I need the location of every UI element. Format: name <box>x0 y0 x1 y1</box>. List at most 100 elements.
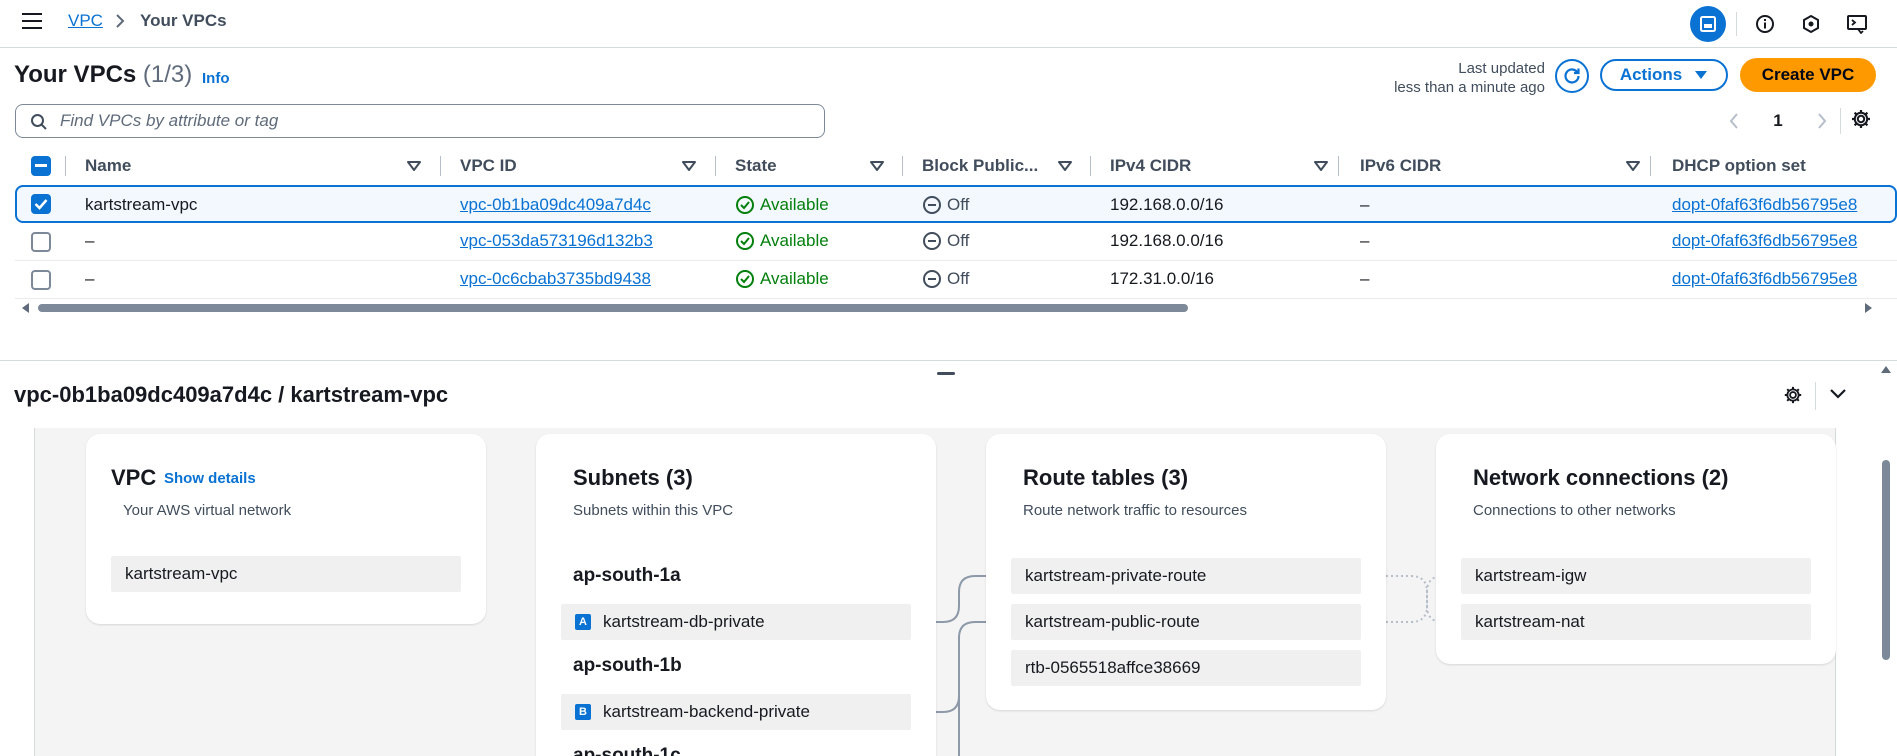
dhcp-option-link[interactable]: dopt-0faf63f6db56795e8 <box>1672 261 1857 297</box>
vpc-name: – <box>85 231 95 250</box>
status-off-icon <box>923 270 941 288</box>
search-input[interactable] <box>60 108 810 134</box>
chevron-right-icon[interactable] <box>1816 111 1828 131</box>
chevron-down-icon[interactable] <box>1829 388 1847 400</box>
actions-label: Actions <box>1619 65 1683 84</box>
vpc-id-link[interactable]: vpc-0b1ba09dc409a7d4c <box>460 187 651 223</box>
ipv4-cidr: 192.168.0.0/16 <box>1110 195 1224 214</box>
caret-down-icon <box>1695 71 1708 79</box>
vpc-name: kartstream-vpc <box>85 195 198 214</box>
ipv4-cidr: 192.168.0.0/16 <box>1110 231 1224 250</box>
cloudshell-icon[interactable] <box>1839 6 1875 42</box>
caret-down-icon[interactable] <box>1626 160 1640 172</box>
horizontal-scrollbar[interactable] <box>22 301 1882 313</box>
resource-map: VPC Show details Your AWS virtual networ… <box>34 428 1836 756</box>
vpc-name: – <box>85 269 95 288</box>
info-link[interactable]: Info <box>202 70 230 87</box>
network-connections-card: Network connections (2) Connections to o… <box>1436 434 1836 664</box>
column-header-ipv4[interactable]: IPv4 CIDR <box>1110 150 1191 182</box>
scrollbar-thumb[interactable] <box>1882 460 1890 660</box>
column-header-name[interactable]: Name <box>85 150 131 182</box>
column-divider <box>440 156 441 176</box>
row-checkbox[interactable] <box>31 270 51 290</box>
column-divider <box>1090 156 1091 176</box>
column-header-ipv6[interactable]: IPv6 CIDR <box>1360 150 1441 182</box>
subnet-item[interactable]: B kartstream-backend-private <box>561 694 911 730</box>
scrollbar-thumb[interactable] <box>38 304 1188 312</box>
column-header-state[interactable]: State <box>735 150 777 182</box>
page-number[interactable]: 1 <box>1773 111 1782 131</box>
status-off-icon <box>923 196 941 214</box>
row-checkbox[interactable] <box>31 232 51 252</box>
scroll-up-icon[interactable] <box>1881 366 1891 374</box>
table-header: Name VPC ID State Block Public... IPv4 C… <box>15 150 1897 182</box>
column-header-dhcp[interactable]: DHCP option set <box>1672 150 1806 182</box>
table-row[interactable]: – vpc-053da573196d132b3 Available Off 19… <box>15 223 1897 261</box>
ipv4-cidr: 172.31.0.0/16 <box>1110 269 1214 288</box>
column-divider <box>1650 156 1651 176</box>
resize-handle[interactable] <box>937 372 955 375</box>
subnet-item[interactable]: A kartstream-db-private <box>561 604 911 640</box>
route-tables-card: Route tables (3) Route network traffic t… <box>986 434 1386 710</box>
security-icon[interactable] <box>1793 6 1829 42</box>
network-connection-item[interactable]: kartstream-nat <box>1461 604 1811 640</box>
block-public-text: Off <box>947 231 970 250</box>
info-icon[interactable] <box>1747 6 1783 42</box>
column-header-vpc-id[interactable]: VPC ID <box>460 150 517 182</box>
top-icon-group <box>1680 6 1875 42</box>
row-checkbox[interactable] <box>31 194 51 214</box>
create-vpc-button[interactable]: Create VPC <box>1740 58 1876 92</box>
vertical-scrollbar[interactable] <box>1879 364 1893 756</box>
status-available-icon <box>736 232 754 250</box>
network-connections-card-description: Connections to other networks <box>1473 502 1676 519</box>
vpc-item[interactable]: kartstream-vpc <box>111 556 461 592</box>
route-table-item[interactable]: rtb-0565518affce38669 <box>1011 650 1361 686</box>
availability-zone-label: ap-south-1c <box>573 745 681 756</box>
availability-zone-label: ap-south-1b <box>573 655 682 676</box>
column-divider <box>1338 156 1339 176</box>
table-row[interactable]: kartstream-vpc vpc-0b1ba09dc409a7d4c Ava… <box>15 185 1897 223</box>
scroll-left-icon[interactable] <box>22 303 30 313</box>
caret-down-icon[interactable] <box>870 160 884 172</box>
table-row[interactable]: – vpc-0c6cbab3735bd9438 Available Off 17… <box>15 261 1897 299</box>
column-header-block-public[interactable]: Block Public... <box>922 150 1038 182</box>
show-details-link[interactable]: Show details <box>164 470 256 487</box>
status-available-icon <box>736 270 754 288</box>
status-off: Off <box>922 187 969 223</box>
caret-down-icon[interactable] <box>407 160 421 172</box>
vpc-id-link[interactable]: vpc-0c6cbab3735bd9438 <box>460 261 651 297</box>
divider <box>1736 12 1737 36</box>
settings-icon[interactable] <box>1783 385 1803 405</box>
route-table-item[interactable]: kartstream-public-route <box>1011 604 1361 640</box>
breadcrumb-current: Your VPCs <box>140 11 227 30</box>
caret-down-icon[interactable] <box>682 160 696 172</box>
refresh-button[interactable] <box>1555 59 1589 93</box>
pagination: 1 <box>1728 108 1828 134</box>
caret-down-icon[interactable] <box>1058 160 1072 172</box>
last-updated-label: Last updated <box>1458 60 1545 77</box>
az-badge: A <box>575 614 591 630</box>
route-table-item[interactable]: kartstream-private-route <box>1011 558 1361 594</box>
panel-icon[interactable] <box>1690 6 1726 42</box>
status-available: Available <box>735 261 829 297</box>
dhcp-option-link[interactable]: dopt-0faf63f6db56795e8 <box>1672 187 1857 223</box>
settings-icon[interactable] <box>1850 108 1872 130</box>
vpc-card-title: VPC <box>111 465 157 490</box>
menu-icon[interactable] <box>22 13 42 31</box>
status-available-icon <box>736 196 754 214</box>
scroll-right-icon[interactable] <box>1864 303 1872 313</box>
search-field[interactable] <box>15 104 825 138</box>
dhcp-option-link[interactable]: dopt-0faf63f6db56795e8 <box>1672 223 1857 259</box>
vpc-id-link[interactable]: vpc-053da573196d132b3 <box>460 223 653 259</box>
page-title: Your VPCs (1/3) <box>14 61 192 89</box>
status-available: Available <box>735 223 829 259</box>
network-connection-item[interactable]: kartstream-igw <box>1461 558 1811 594</box>
caret-down-icon[interactable] <box>1314 160 1328 172</box>
breadcrumb-vpc-link[interactable]: VPC <box>68 11 103 31</box>
block-public-text: Off <box>947 269 970 288</box>
subnet-name: kartstream-db-private <box>603 612 765 631</box>
chevron-left-icon[interactable] <box>1728 111 1740 131</box>
refresh-icon <box>1564 68 1580 84</box>
select-all-checkbox[interactable] <box>31 156 51 176</box>
actions-button[interactable]: Actions <box>1600 59 1728 91</box>
